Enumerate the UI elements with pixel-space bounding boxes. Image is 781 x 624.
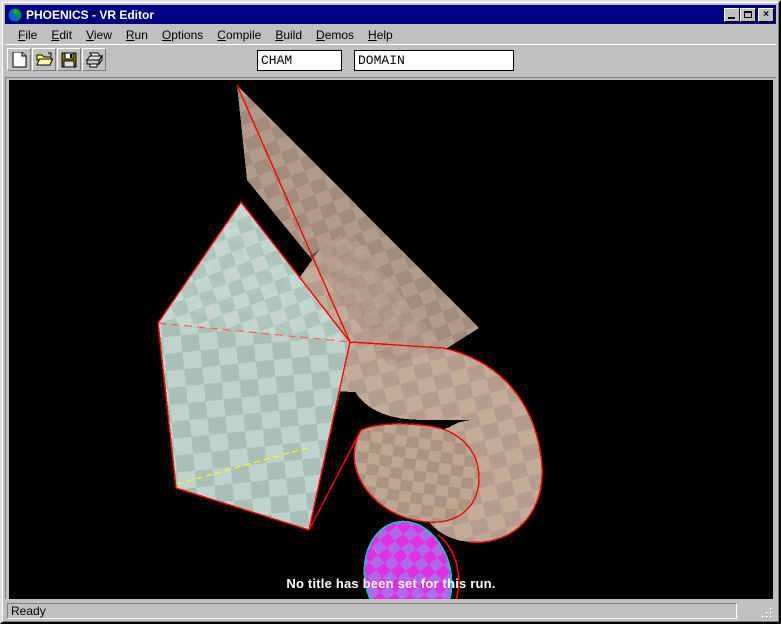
menu-item-edit[interactable]: Edit [44,27,79,43]
geometry-render [157,84,543,599]
menu-item-help[interactable]: Help [361,27,400,43]
printer-icon [86,52,103,68]
resize-grip-icon[interactable] [760,606,774,620]
domain-name-input[interactable] [355,51,513,70]
client-area: No title has been set for this run. [5,77,776,599]
open-file-button[interactable] [32,48,56,71]
print-button[interactable] [82,48,106,71]
window-title: PHOENICS - VR Editor [26,7,155,22]
case-name-field-frame [257,50,342,71]
case-name-input[interactable] [258,51,341,70]
menu-item-demos[interactable]: Demos [309,27,361,43]
minimize-button[interactable] [724,7,740,22]
window-controls: × [724,7,774,22]
new-page-icon [12,52,27,68]
status-bar: Ready [5,601,776,621]
menu-item-build[interactable]: Build [268,27,309,43]
vr-3d-viewport[interactable]: No title has been set for this run. [9,80,773,599]
toolbar-button-group [7,48,107,71]
menu-item-run[interactable]: Run [119,27,155,43]
floppy-disk-icon [61,52,77,68]
toolbar [5,44,776,77]
close-icon: × [763,8,769,20]
phoenics-logo-icon[interactable] [7,6,23,23]
close-button[interactable]: × [758,7,774,22]
run-title-text: No title has been set for this run. [286,576,496,591]
new-file-button[interactable] [7,48,31,71]
menu-item-file[interactable]: File [11,27,44,43]
open-folder-icon [36,52,53,66]
menu-item-view[interactable]: View [79,27,119,43]
application-window: PHOENICS - VR Editor × File Edit View Ru… [0,0,781,624]
menu-item-options[interactable]: Options [155,27,210,43]
save-file-button[interactable] [57,48,81,71]
title-bar[interactable]: PHOENICS - VR Editor × [5,5,776,24]
menu-bar: File Edit View Run Options Compile Build… [5,26,776,44]
domain-name-field-frame [354,50,514,71]
status-message: Ready [7,603,737,619]
menu-item-compile[interactable]: Compile [210,27,268,43]
maximize-button[interactable] [740,7,756,22]
